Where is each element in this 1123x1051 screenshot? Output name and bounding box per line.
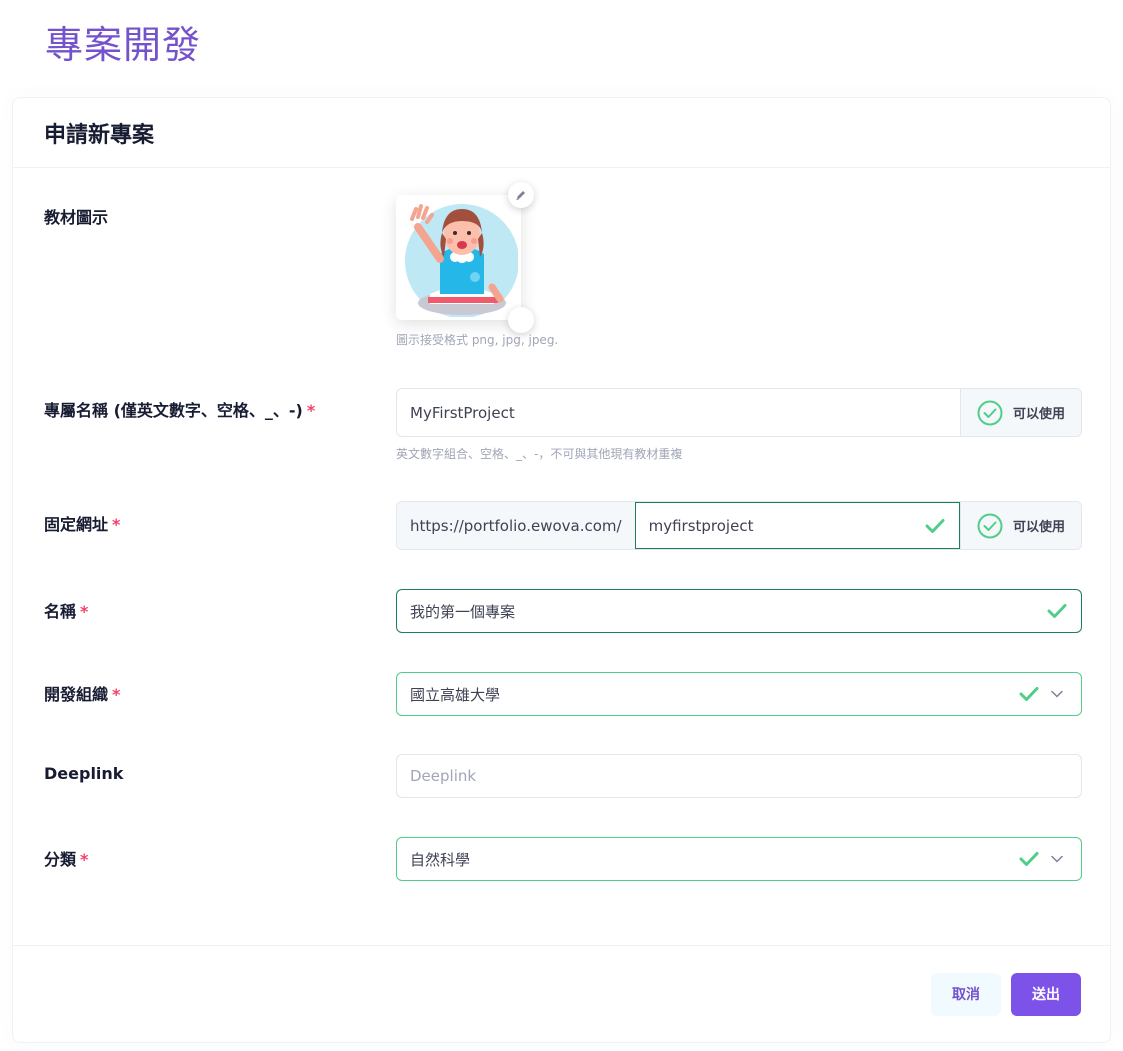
submit-button[interactable]: 送出 <box>1011 972 1081 1016</box>
url-status-text: 可以使用 <box>1012 520 1065 535</box>
check-icon <box>1019 851 1039 867</box>
org-field-label: 開發組織 * <box>44 681 120 705</box>
deeplink-input[interactable]: Deeplink <box>396 754 1082 798</box>
icon-field-label: 教材圖示 <box>44 208 109 227</box>
category-select-value: 自然科學 <box>410 850 471 869</box>
edit-icon-button[interactable] <box>508 182 534 208</box>
name-field-label: 名稱 * <box>44 598 88 622</box>
card-header: 申請新專案 <box>13 98 1110 168</box>
check-icon <box>1019 686 1039 702</box>
url-input[interactable]: myfirstproject <box>634 502 960 549</box>
slug-hint: 英文數字組合、空格、_、-，不可與其他現有教材重複 <box>396 447 683 461</box>
slug-status: 可以使用 <box>960 389 1081 436</box>
required-mark: * <box>112 515 121 534</box>
slug-field-label: 專屬名稱 (僅英文數字、空格、_、-) * <box>44 397 315 421</box>
pencil-icon <box>516 191 525 200</box>
cancel-button[interactable]: 取消 <box>931 972 1001 1016</box>
required-mark: * <box>112 685 121 704</box>
org-label-text: 開發組織 <box>44 685 109 704</box>
category-select[interactable]: 自然科學 <box>396 837 1082 881</box>
required-mark: * <box>80 850 89 869</box>
icon-format-hint: 圖示接受格式 png, jpg, jpeg. <box>396 333 559 347</box>
url-status: 可以使用 <box>960 502 1081 549</box>
card-footer: 取消 送出 <box>13 945 1110 1042</box>
name-label-text: 名稱 <box>44 602 77 621</box>
remove-icon-button[interactable] <box>508 307 534 333</box>
student-avatar-icon <box>404 203 518 317</box>
category-field-label: 分類 * <box>44 846 88 870</box>
org-select-value: 國立高雄大學 <box>410 685 501 704</box>
chevron-down-icon <box>1051 690 1063 698</box>
org-select[interactable]: 國立高雄大學 <box>396 672 1082 716</box>
card-title: 申請新專案 <box>44 122 155 148</box>
slug-input-group: MyFirstProject 可以使用 <box>396 388 1082 437</box>
new-project-card: 申請新專案 教材圖示 圖示接受格式 png, jpg, jpeg. 專屬名稱 (… <box>12 97 1111 1043</box>
check-icon <box>925 518 945 534</box>
icon-preview[interactable] <box>396 195 521 320</box>
url-input-group: https://portfolio.ewova.com/ myfirstproj… <box>396 501 1082 550</box>
required-mark: * <box>80 602 89 621</box>
deeplink-field-label: Deeplink <box>44 764 124 783</box>
required-mark: * <box>306 401 316 420</box>
slug-label-text: 專屬名稱 (僅英文數字、空格、_、-) <box>44 401 303 420</box>
url-prefix: https://portfolio.ewova.com/ <box>397 502 635 549</box>
chevron-down-icon <box>1051 855 1063 863</box>
slug-status-text: 可以使用 <box>1012 407 1065 422</box>
url-label-text: 固定網址 <box>44 515 109 534</box>
category-label-text: 分類 <box>44 850 77 869</box>
name-input[interactable]: 我的第一個專案 <box>396 589 1082 633</box>
check-circle-icon <box>977 400 1003 425</box>
check-circle-icon <box>977 513 1003 538</box>
name-input-value: 我的第一個專案 <box>410 602 516 621</box>
check-icon <box>1047 603 1067 619</box>
slug-input[interactable]: MyFirstProject <box>397 404 960 422</box>
url-input-value: myfirstproject <box>648 516 754 535</box>
deeplink-placeholder: Deeplink <box>410 767 477 785</box>
page-title: 專案開發 <box>45 23 202 67</box>
url-field-label: 固定網址 * <box>44 511 120 535</box>
